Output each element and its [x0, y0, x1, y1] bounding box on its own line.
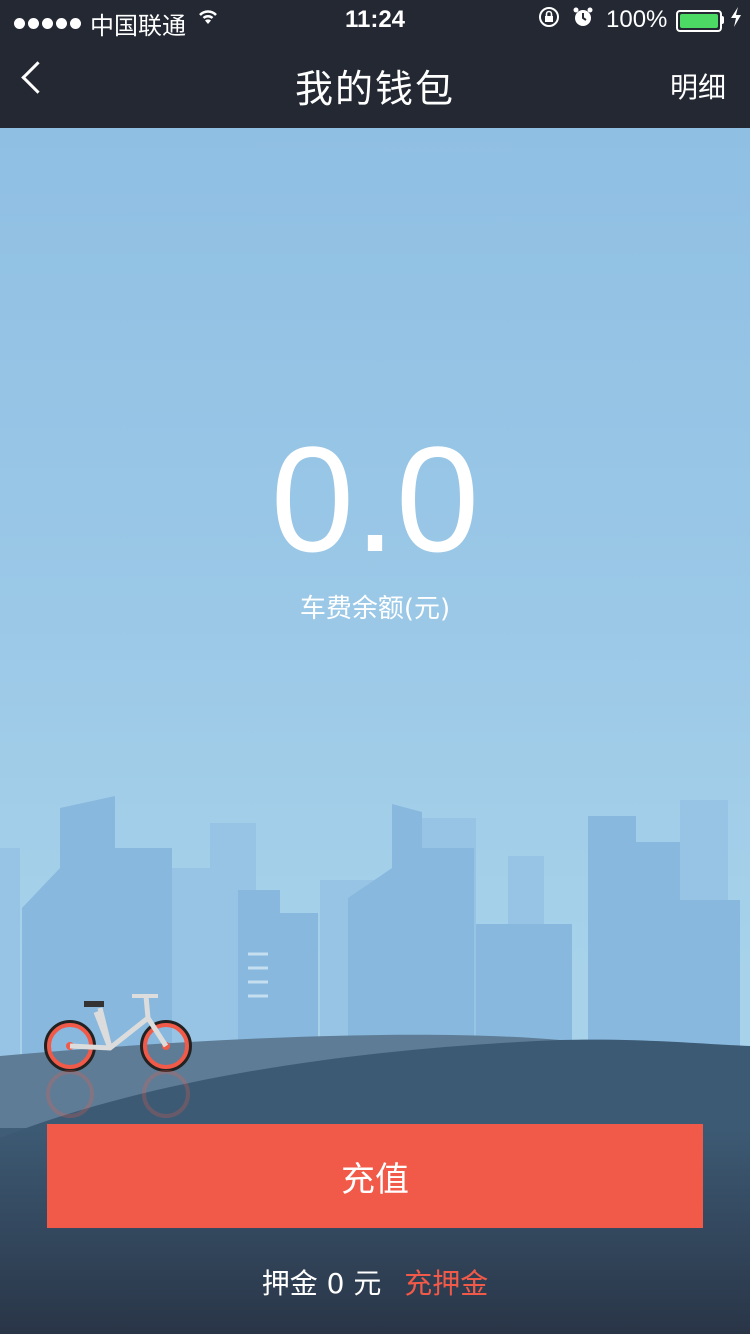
charging-bolt-icon	[730, 5, 742, 35]
details-button[interactable]: 明细	[670, 66, 726, 106]
pay-deposit-link[interactable]: 充押金	[404, 1267, 488, 1300]
wallet-hero: 0.0 车费余额(元) 充值 押金 0 元 充押金	[0, 128, 750, 1334]
status-bar: 中国联通 11:24 100%	[0, 0, 750, 40]
page-title: 我的钱包	[294, 67, 455, 111]
deposit-row: 押金 0 元 充押金	[0, 1262, 750, 1302]
alarm-icon	[572, 6, 594, 34]
battery-percent: 100%	[606, 6, 668, 33]
battery-icon	[676, 10, 722, 32]
top-bar: 中国联通 11:24 100% 我的钱包 明细	[0, 0, 750, 128]
recharge-button-label: 充值	[341, 1159, 409, 1200]
orientation-lock-icon	[538, 6, 560, 34]
deposit-text: 押金 0 元	[261, 1267, 382, 1300]
recharge-button[interactable]: 充值	[47, 1124, 703, 1228]
